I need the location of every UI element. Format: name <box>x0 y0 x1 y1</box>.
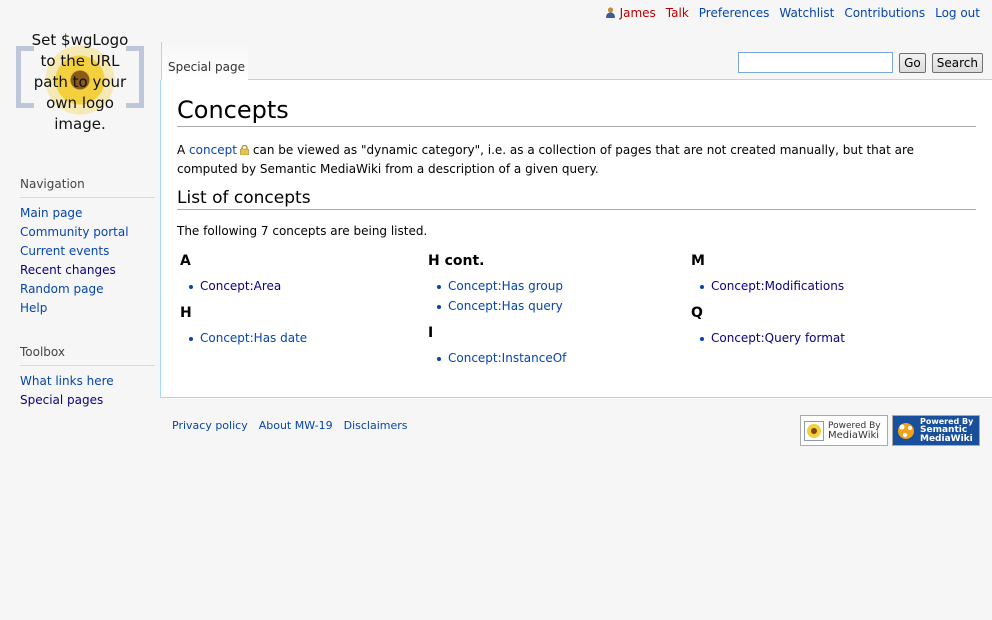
tool-special-pages[interactable]: Special pages <box>20 393 103 407</box>
disclaimers-link[interactable]: Disclaimers <box>344 419 408 432</box>
concept-area-link[interactable]: Concept:Area <box>200 279 281 293</box>
toolbox-portlet: Toolbox What links here Special pages <box>20 345 155 410</box>
nav-community-portal[interactable]: Community portal <box>20 225 129 239</box>
mediawiki-sunflower-icon <box>804 420 824 441</box>
powered-by-semantic-mediawiki-badge[interactable]: Powered By Semantic MediaWiki <box>892 415 980 446</box>
concept-column: M Concept:Modifications Q Concept:Query … <box>688 251 936 375</box>
list-item: Concept:InstanceOf <box>437 348 688 368</box>
tool-what-links-here[interactable]: What links here <box>20 374 114 388</box>
logo-text: Set $wgLogo to the URL path to your own … <box>31 31 129 133</box>
navigation-heading: Navigation <box>20 177 155 198</box>
about-link[interactable]: About MW-19 <box>259 419 333 432</box>
contributions-link[interactable]: Contributions <box>844 6 925 20</box>
count-text: The following 7 concepts are being liste… <box>177 224 428 238</box>
user-link[interactable]: James <box>605 6 656 20</box>
nav-help[interactable]: Help <box>20 301 47 315</box>
site-logo[interactable]: Set $wgLogo to the URL path to your own … <box>10 26 150 136</box>
concept-has-group-link[interactable]: Concept:Has group <box>448 279 563 293</box>
list-item: Concept:Has query <box>437 296 688 316</box>
search-form: Go Search <box>738 52 983 73</box>
nav-current-events[interactable]: Current events <box>20 244 109 258</box>
preferences-link[interactable]: Preferences <box>699 6 770 20</box>
go-button[interactable]: Go <box>899 52 926 73</box>
semantic-mediawiki-icon <box>898 422 914 439</box>
letter-heading: A <box>180 253 191 269</box>
personal-tools: James Talk Preferences Watchlist Contrib… <box>605 6 980 20</box>
lock-icon <box>240 145 249 155</box>
page-title: Concepts <box>177 94 976 127</box>
concept-modifications-link[interactable]: Concept:Modifications <box>711 279 844 293</box>
privacy-policy-link[interactable]: Privacy policy <box>172 419 248 432</box>
list-item: Concept:Area <box>189 276 425 296</box>
user-icon <box>605 7 615 18</box>
footer-links: Privacy policy About MW-19 Disclaimers <box>172 419 408 432</box>
letter-heading: Q <box>691 305 703 321</box>
logout-link[interactable]: Log out <box>935 6 980 20</box>
concept-has-query-link[interactable]: Concept:Has query <box>448 299 563 313</box>
concept-link[interactable]: concept <box>189 143 237 157</box>
navigation-portlet: Navigation Main page Community portal Cu… <box>20 177 155 318</box>
list-item: Concept:Modifications <box>700 276 936 296</box>
letter-heading: M <box>691 253 705 269</box>
letter-heading: H cont. <box>428 253 485 269</box>
tab-special-page[interactable]: Special page <box>161 42 248 80</box>
list-heading: List of concepts <box>177 187 976 210</box>
powered-by-mediawiki-badge[interactable]: Powered By MediaWiki <box>800 415 888 446</box>
search-button[interactable]: Search <box>931 52 983 73</box>
toolbox-heading: Toolbox <box>20 345 155 366</box>
letter-heading: H <box>180 305 192 321</box>
search-input[interactable] <box>738 52 894 73</box>
concept-column: A Concept:Area H Concept:Has date <box>177 251 425 375</box>
nav-main-page[interactable]: Main page <box>20 206 82 220</box>
talk-link[interactable]: Talk <box>666 6 689 20</box>
main-content: Concepts A concept can be viewed as "dyn… <box>160 80 992 398</box>
footer-badges: Powered By MediaWiki Powered By Semantic… <box>800 415 980 446</box>
letter-heading: I <box>428 325 434 341</box>
concept-has-date-link[interactable]: Concept:Has date <box>200 331 307 345</box>
list-item: Concept:Has date <box>189 328 425 348</box>
concept-column: H cont. Concept:Has group Concept:Has qu… <box>425 251 688 375</box>
concept-columns: A Concept:Area H Concept:Has date H cont… <box>177 251 976 375</box>
concept-query-format-link[interactable]: Concept:Query format <box>711 331 845 345</box>
nav-random-page[interactable]: Random page <box>20 282 103 296</box>
list-item: Concept:Query format <box>700 328 936 348</box>
concept-instanceof-link[interactable]: Concept:InstanceOf <box>448 351 566 365</box>
intro-paragraph: A concept can be viewed as "dynamic cate… <box>177 143 915 176</box>
list-item: Concept:Has group <box>437 276 688 296</box>
nav-recent-changes[interactable]: Recent changes <box>20 263 116 277</box>
watchlist-link[interactable]: Watchlist <box>779 6 834 20</box>
